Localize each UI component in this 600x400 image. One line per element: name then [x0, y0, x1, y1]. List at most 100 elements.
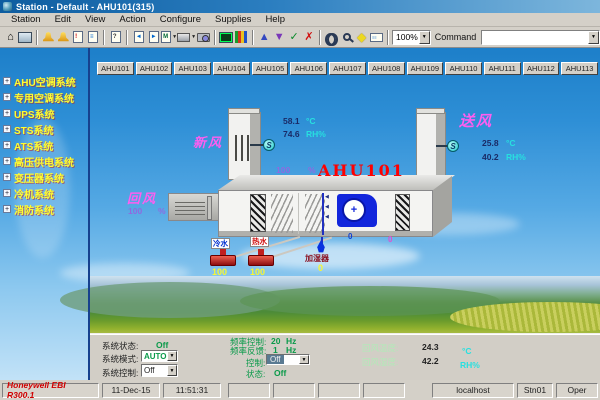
flower-field [450, 302, 600, 332]
sidebar-item-chiller[interactable]: +冷机系统 [3, 186, 54, 200]
status-value: Off [274, 368, 286, 378]
title-bar: Station - Default - AHU101(315) [0, 0, 600, 13]
expand-icon[interactable]: + [3, 189, 11, 197]
expand-icon[interactable]: + [3, 173, 11, 181]
system-mode-select[interactable]: AUTO ▼ [141, 350, 178, 362]
tab-ahu109[interactable]: AHU109 [407, 62, 444, 75]
lower-icon[interactable]: ▼ [272, 29, 287, 46]
return-air-label: 回风 [127, 188, 157, 207]
chevron-down-icon[interactable]: ▼ [167, 365, 177, 376]
status-bar: Honeywell EBI R300.1 11-Dec-15 11:51:31 … [0, 380, 600, 400]
zoom-value: 100% [396, 32, 418, 42]
fresh-air-temp-unit: °C [306, 116, 316, 126]
tab-ahu107[interactable]: AHU107 [329, 62, 366, 75]
sidebar-item-dedicated-ac[interactable]: +专用空调系统 [3, 90, 74, 104]
raise-icon[interactable]: ▲ [257, 29, 272, 46]
chevron-down-icon[interactable]: ▼ [299, 355, 309, 364]
tab-ahu111[interactable]: AHU111 [484, 62, 521, 75]
chevron-down-icon[interactable]: ▼ [588, 31, 599, 44]
trend-icon[interactable] [219, 29, 234, 46]
fresh-air-duct [228, 112, 261, 180]
tab-ahu103[interactable]: AHU103 [174, 62, 211, 75]
tab-ahu102[interactable]: AHU102 [136, 62, 173, 75]
zoom-icon[interactable] [339, 29, 354, 46]
chevron-down-icon[interactable]: ▼ [167, 351, 177, 361]
sidebar-item-ups[interactable]: +UPS系统 [3, 106, 55, 120]
chilled-water-valve-icon[interactable] [210, 249, 236, 266]
time-cell: 11:51:31 [163, 383, 221, 398]
sidebar-item-sts[interactable]: +STS系统 [3, 122, 53, 136]
alarm-log-icon[interactable]: ! [71, 29, 86, 46]
tab-ahu108[interactable]: AHU108 [368, 62, 405, 75]
expand-icon[interactable]: + [3, 125, 11, 133]
sidebar-item-fire[interactable]: +消防系统 [3, 202, 54, 216]
page-back-icon[interactable]: ◄ [131, 29, 146, 46]
favorite-icon[interactable]: ◆ [354, 29, 369, 46]
tab-ahu112[interactable]: AHU112 [523, 62, 560, 75]
sidebar-item-transformer[interactable]: +变压器系统 [3, 170, 64, 184]
sidebar-item-ats[interactable]: +ATS系统 [3, 138, 53, 152]
expand-icon[interactable]: + [3, 77, 11, 85]
system-control-select[interactable]: Off ▼ [141, 364, 178, 377]
menu-action[interactable]: Action [112, 14, 152, 25]
tab-ahu101[interactable]: AHU101 [97, 62, 134, 75]
supply-air-temp-value: 25.8 [482, 138, 499, 148]
menu-supplies[interactable]: Supplies [208, 14, 258, 25]
supply-air-duct [416, 112, 446, 184]
ahu-tab-bar: AHU101 AHU102 AHU103 AHU104 AHU105 AHU10… [97, 62, 598, 75]
control-panel: 系统状态: Off 系统模式: AUTO ▼ 系统控制: Off ▼ 频率控制:… [90, 333, 600, 380]
status-cell-empty [318, 383, 360, 398]
menu-view[interactable]: View [78, 14, 112, 25]
control-select[interactable]: Off ▼ [266, 354, 310, 365]
menu-edit[interactable]: Edit [48, 14, 78, 25]
capture-icon[interactable] [196, 29, 211, 46]
alarm-ack-icon[interactable] [56, 29, 71, 46]
print-icon[interactable]: ▼ [177, 29, 196, 46]
menu-help[interactable]: Help [258, 14, 292, 25]
station-icon[interactable]: ⌂ [3, 29, 18, 46]
page-forward-icon[interactable]: ► [146, 29, 161, 46]
tab-ahu104[interactable]: AHU104 [213, 62, 250, 75]
chevron-down-icon[interactable]: ▼ [419, 31, 430, 44]
return-rh-value: 42.2 [422, 356, 439, 366]
event-log-icon[interactable]: ≡ [86, 29, 101, 46]
command-input[interactable]: ▼ [481, 30, 600, 45]
tab-ahu110[interactable]: AHU110 [445, 62, 482, 75]
expand-icon[interactable]: + [3, 205, 11, 213]
expand-icon[interactable]: + [3, 157, 11, 165]
toolbar-separator [36, 30, 38, 45]
expand-icon[interactable]: + [3, 93, 11, 101]
tab-ahu106[interactable]: AHU106 [290, 62, 327, 75]
sidebar-divider [88, 48, 90, 380]
return-rh-unit: RH% [460, 360, 480, 370]
expand-icon[interactable]: + [3, 109, 11, 117]
sidebar-item-ahu[interactable]: +AHU空调系统 [3, 74, 76, 88]
tab-ahu105[interactable]: AHU105 [252, 62, 289, 75]
supply-air-rh-value: 40.2 [482, 152, 499, 162]
expand-icon[interactable]: + [3, 141, 11, 149]
page-recall-icon[interactable]: M▼ [161, 29, 177, 46]
group-bars-icon[interactable] [234, 29, 249, 46]
help-page-icon[interactable]: ? [108, 29, 123, 46]
fresh-air-damper-value: 100 [276, 165, 290, 175]
zoom-select[interactable]: 100% ▼ [392, 30, 431, 45]
status-cell-empty [228, 383, 270, 398]
fresh-air-damper-actuator-icon[interactable]: S [263, 139, 275, 151]
accept-icon[interactable]: ✓ [287, 29, 302, 46]
return-temp-unit: °C [462, 346, 472, 356]
hot-water-valve-icon[interactable] [248, 249, 274, 266]
find-icon[interactable] [324, 29, 339, 46]
return-air-damper-unit: % [158, 206, 166, 216]
intake-grille-icon [235, 135, 249, 161]
supply-fan-icon[interactable]: + [337, 194, 377, 227]
menu-station[interactable]: Station [4, 14, 48, 25]
supply-air-damper-actuator-icon[interactable]: S [447, 140, 459, 152]
menu-configure[interactable]: Configure [153, 14, 208, 25]
display-icon[interactable] [18, 29, 33, 46]
alarm-summary-icon[interactable] [41, 29, 56, 46]
tab-ahu113[interactable]: AHU113 [561, 62, 598, 75]
detail-card-icon[interactable]: ≡≡ [369, 29, 384, 46]
toolbar-separator [252, 30, 254, 45]
sidebar-item-hv-power[interactable]: +高压供电系统 [3, 154, 74, 168]
reject-icon[interactable]: ✗ [302, 29, 317, 46]
